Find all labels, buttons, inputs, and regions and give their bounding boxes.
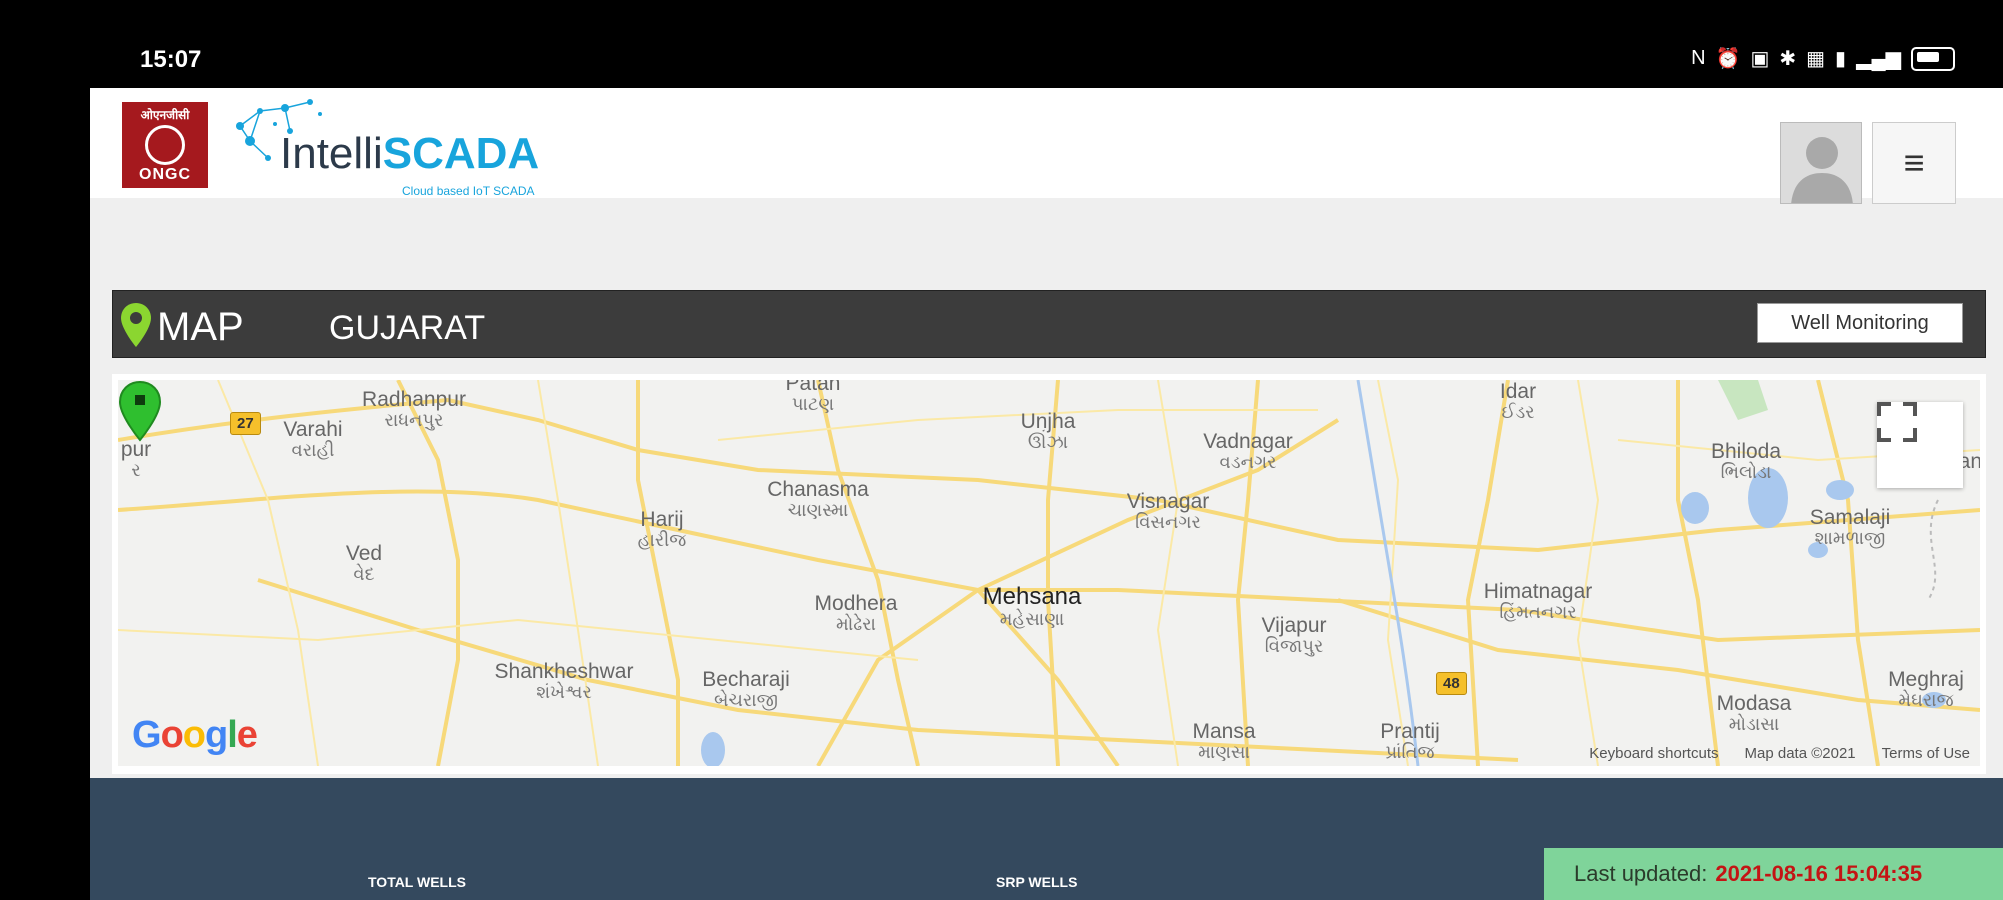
- srp-wells-label: SRP WELLS: [996, 874, 1078, 890]
- brand-name-part1: Intelli: [280, 129, 383, 178]
- map-label-patan: Patan પાટણ: [785, 380, 841, 415]
- app-header: ओएनजीसी ONGC IntelliSCADA Cloud based Io…: [90, 88, 2003, 204]
- screen-bezel: [0, 88, 90, 900]
- ongc-logo-hindi: ओएनजीसी: [140, 108, 190, 122]
- map-label-radhanpur: Radhanpur રાધનપુર: [362, 388, 466, 431]
- terms-of-use-link[interactable]: Terms of Use: [1882, 745, 1970, 762]
- map-footer: Keyboard shortcuts Map data ©2021 Terms …: [1589, 745, 1970, 762]
- hamburger-menu-button[interactable]: ≡: [1872, 122, 1956, 204]
- map-label-idar: Idar ઈડર: [1499, 380, 1537, 423]
- keyboard-shortcuts-link[interactable]: Keyboard shortcuts: [1589, 745, 1718, 762]
- map-label-partial-west: pur ર: [120, 438, 152, 481]
- ongc-logo-text: ONGC: [139, 166, 191, 183]
- location-pin-icon: [121, 303, 151, 347]
- brand-tagline: Cloud based IoT SCADA: [402, 184, 535, 198]
- hamburger-icon: ≡: [1903, 142, 1925, 183]
- map-label-mansa: Mansa માણસા: [1192, 720, 1256, 763]
- last-updated-badge: Last updated: 2021-08-16 15:04:35: [1544, 848, 2003, 900]
- status-time: 15:07: [140, 46, 202, 73]
- map-label-varahi: Varahi વરાહી: [283, 418, 343, 461]
- intelliscada-logo[interactable]: IntelliSCADA Cloud based IoT SCADA: [230, 96, 550, 198]
- last-updated-label: Last updated:: [1574, 861, 1708, 886]
- last-updated-timestamp: 2021-08-16 15:04:35: [1715, 861, 1923, 886]
- battery-icon: [1911, 46, 1955, 71]
- alarm-icon: ⏰: [1715, 48, 1741, 70]
- google-logo[interactable]: Google: [132, 714, 258, 757]
- app-window: ओएनजीसी ONGC IntelliSCADA Cloud based Io…: [90, 88, 2003, 900]
- map-label-vadnagar: Vadnagar વડનગર: [1203, 430, 1293, 473]
- map-label-samalaji: Samalaji શામળાજી: [1809, 506, 1891, 549]
- map-label-prantij: Prantij પ્રાંતિજ: [1380, 720, 1440, 763]
- ongc-logo[interactable]: ओएनजीसी ONGC: [122, 102, 208, 188]
- fullscreen-icon: [1877, 402, 1917, 442]
- brand-name: IntelliSCADA: [280, 132, 539, 176]
- map-label-unjha: Unjha ઊંઝા: [1020, 410, 1076, 453]
- map-label-mehsana: Mehsana મહેસાણા: [982, 583, 1082, 630]
- user-avatar[interactable]: [1780, 122, 1862, 204]
- map-label-himatnagar: Himatnagar હિંમતનગર: [1483, 580, 1593, 623]
- map-label-modasa: Modasa મોડાસા: [1716, 692, 1792, 735]
- highway-shield-48: 48: [1436, 672, 1467, 695]
- map-label-harij: Harij હારીજ: [637, 508, 687, 551]
- map-label-ved: Ved વેદ: [345, 542, 383, 585]
- nfc-icon: N: [1691, 47, 1706, 69]
- highway-shield-27: 27: [230, 412, 261, 435]
- well-monitoring-button[interactable]: Well Monitoring: [1757, 303, 1963, 343]
- well-location-marker-icon[interactable]: [118, 380, 162, 442]
- total-wells-label: TOTAL WELLS: [368, 874, 466, 890]
- map-label-meghraj: Meghraj મેઘરાજ: [1888, 668, 1964, 711]
- map-label-shankheshwar: Shankheshwar શંખેશ્વર: [494, 660, 634, 703]
- ongc-emblem-icon: [145, 124, 185, 165]
- status-icons: N ⏰ ▣ ✱ ▦ ▮ ▂▄▆: [1691, 46, 1955, 71]
- bluetooth-icon: ✱: [1779, 48, 1797, 70]
- region-title: GUJARAT: [329, 309, 486, 347]
- sim-icon: ▮: [1835, 48, 1847, 70]
- map-data-attribution: Map data ©2021: [1744, 745, 1856, 762]
- map-container: Patan પાટણ Radhanpur રાધનપુર Varahi વરાહી p…: [112, 374, 1986, 774]
- fullscreen-button[interactable]: [1877, 402, 1963, 488]
- network-icon: ▦: [1806, 48, 1826, 70]
- map-title: MAP: [157, 305, 244, 349]
- signal-icon: ▂▄▆: [1856, 48, 1901, 70]
- brand-name-part2: SCADA: [382, 129, 540, 178]
- map-label-modhera: Modhera મોઢેરા: [814, 592, 898, 635]
- map-title-bar: MAP GUJARAT Well Monitoring: [112, 290, 1986, 358]
- map-label-vijapur: Vijapur વિજાપુર: [1261, 614, 1327, 657]
- google-map[interactable]: Patan પાટણ Radhanpur રાધનપુર Varahi વરાહી p…: [118, 380, 1980, 766]
- user-icon: [1791, 137, 1853, 203]
- map-label-chanasma: Chanasma ચાણસ્મા: [767, 478, 869, 521]
- stats-panel: TOTAL WELLS SRP WELLS Last updated: 2021…: [90, 778, 2003, 900]
- vibrate-icon: ▣: [1750, 48, 1770, 70]
- map-label-visnagar: Visnagar વિસનગર: [1126, 490, 1210, 533]
- map-label-becharaji: Becharaji બેચરાજી: [702, 668, 790, 711]
- status-bar: 15:07 N ⏰ ▣ ✱ ▦ ▮ ▂▄▆: [0, 0, 2003, 88]
- map-label-bhiloda: Bhiloda ભિલોડા: [1710, 440, 1782, 483]
